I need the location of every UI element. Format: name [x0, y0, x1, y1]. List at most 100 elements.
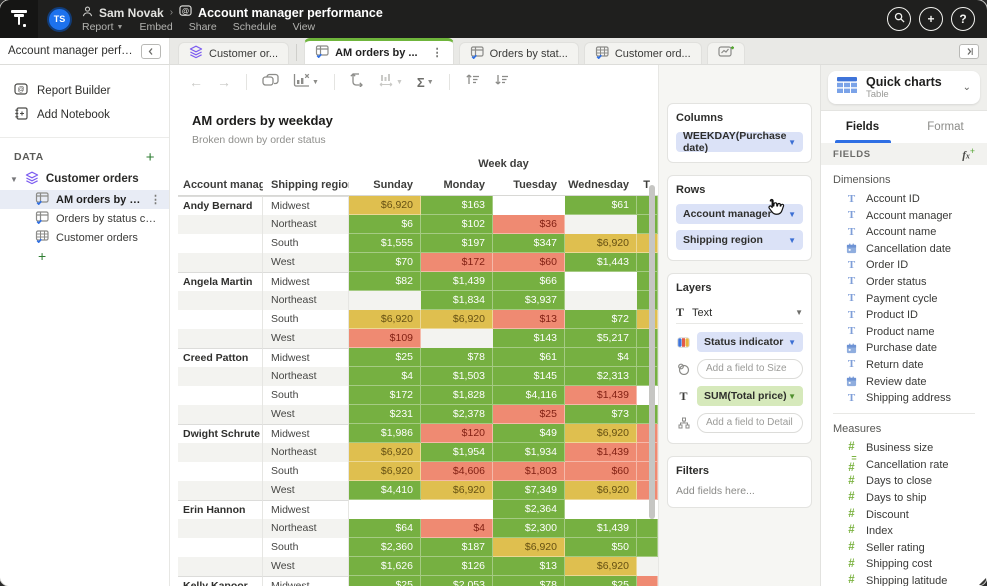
- pivot-value-cell[interactable]: $1,555: [349, 234, 421, 253]
- field-discount[interactable]: #Discount: [845, 509, 975, 521]
- pivot-value-cell[interactable]: $5,217: [565, 329, 637, 348]
- pivot-value-cell[interactable]: $50: [565, 538, 637, 557]
- rows-pill-shipping-region[interactable]: Shipping region ▼: [676, 230, 803, 250]
- pivot-value-cell[interactable]: $6,920: [565, 234, 637, 253]
- sidebar-sheet-customer-orders[interactable]: Customer orders: [0, 228, 169, 247]
- pivot-value-cell[interactable]: $49: [493, 424, 565, 443]
- expand-right-panel-icon[interactable]: [959, 44, 979, 59]
- redo-button[interactable]: →: [210, 75, 238, 89]
- pivot-value-cell[interactable]: $187: [421, 538, 493, 557]
- pivot-value-cell[interactable]: $145: [493, 367, 565, 386]
- pivot-value-cell[interactable]: $61: [493, 348, 565, 367]
- layer-type-select[interactable]: T Text ▼: [676, 302, 803, 324]
- pivot-value-cell[interactable]: [637, 576, 658, 586]
- layer-empty-slot[interactable]: Add a field to Detail: [697, 413, 803, 433]
- vertical-scrollbar[interactable]: [649, 185, 655, 519]
- quick-charts-selector[interactable]: Quick charts Table ⌄: [828, 71, 980, 104]
- pivot-value-cell[interactable]: $1,439: [565, 443, 637, 462]
- pivot-value-cell[interactable]: $1,439: [565, 519, 637, 538]
- columns-pill-weekday[interactable]: WEEKDAY(Purchase date) ▼: [676, 132, 803, 152]
- field-order-id[interactable]: TOrder ID: [845, 259, 975, 271]
- field-business-size[interactable]: #Business size: [845, 442, 975, 454]
- search-button[interactable]: [887, 7, 911, 31]
- pivot-value-cell[interactable]: $6: [349, 215, 421, 234]
- user-name[interactable]: Sam Novak: [99, 6, 164, 20]
- pivot-value-cell[interactable]: $6,920: [349, 443, 421, 462]
- tab-orders-by-stat-[interactable]: Orders by stat...: [459, 42, 579, 64]
- pivot-value-cell[interactable]: [637, 538, 658, 557]
- pivot-header-shipping-region[interactable]: Shipping region: [263, 172, 349, 196]
- field-index[interactable]: #Index: [845, 525, 975, 537]
- layer-pill-sum-total-price-[interactable]: SUM(Total price)▼: [697, 386, 803, 406]
- pivot-value-cell[interactable]: $120: [421, 424, 493, 443]
- pivot-value-cell[interactable]: [493, 196, 565, 215]
- pivot-value-cell[interactable]: $1,443: [565, 253, 637, 272]
- pivot-value-cell[interactable]: [565, 272, 637, 291]
- pivot-value-cell[interactable]: $1,954: [421, 443, 493, 462]
- filters-drop-zone[interactable]: Add fields here...: [676, 485, 803, 497]
- pivot-value-cell[interactable]: $25: [349, 348, 421, 367]
- field-days-to-close[interactable]: #Days to close: [845, 475, 975, 487]
- pivot-header-account-manager[interactable]: Account manager: [178, 172, 263, 196]
- pivot-value-cell[interactable]: $60: [565, 462, 637, 481]
- pivot-value-cell[interactable]: [349, 291, 421, 310]
- aggregate-button[interactable]: Σ ▼: [410, 75, 441, 90]
- tab-menu-icon[interactable]: ⋮: [432, 46, 443, 59]
- field-shipping-cost[interactable]: #Shipping cost: [845, 558, 975, 570]
- remove-chart-button[interactable]: ▼: [286, 73, 326, 92]
- field-return-date[interactable]: TReturn date: [845, 359, 975, 371]
- pivot-value-cell[interactable]: [421, 500, 493, 519]
- field-payment-cycle[interactable]: TPayment cycle: [845, 293, 975, 305]
- pivot-value-cell[interactable]: $172: [421, 253, 493, 272]
- undo-button[interactable]: ←: [182, 75, 210, 89]
- field-order-status[interactable]: TOrder status: [845, 276, 975, 288]
- pivot-value-cell[interactable]: $13: [493, 310, 565, 329]
- app-logo[interactable]: [0, 0, 38, 38]
- menu-item-view[interactable]: View: [293, 21, 316, 33]
- field-seller-rating[interactable]: #Seller rating: [845, 542, 975, 554]
- pivot-value-cell[interactable]: [565, 215, 637, 234]
- add-data-button[interactable]: +: [146, 150, 155, 165]
- bar-width-button[interactable]: ▼: [372, 73, 410, 92]
- field-shipping-address[interactable]: TShipping address: [845, 392, 975, 404]
- add-formula-button[interactable]: fx+: [962, 146, 975, 162]
- add-sheet-button[interactable]: +: [0, 247, 169, 263]
- field-product-name[interactable]: TProduct name: [845, 326, 975, 338]
- pivot-value-cell[interactable]: $109: [349, 329, 421, 348]
- sort-ascending-button[interactable]: [458, 73, 487, 91]
- pivot-value-cell[interactable]: [637, 519, 658, 538]
- pivot-value-cell[interactable]: $78: [493, 576, 565, 586]
- pivot-value-cell[interactable]: $4,410: [349, 481, 421, 500]
- sidebar-item-add-notebook[interactable]: Add Notebook: [0, 103, 169, 127]
- pivot-value-cell[interactable]: $126: [421, 557, 493, 576]
- layer-empty-slot[interactable]: Add a field to Size: [697, 359, 803, 379]
- user-avatar[interactable]: TS: [47, 7, 72, 32]
- pivot-value-cell[interactable]: $2,053: [421, 576, 493, 586]
- pivot-value-cell[interactable]: [421, 329, 493, 348]
- menu-item-report[interactable]: Report▼: [82, 21, 123, 33]
- pivot-value-cell[interactable]: $1,439: [421, 272, 493, 291]
- pivot-header-wednesday[interactable]: Wednesday: [565, 172, 637, 196]
- pivot-value-cell[interactable]: $82: [349, 272, 421, 291]
- dataset-tree-root[interactable]: ▼ Customer orders: [0, 168, 169, 190]
- pivot-header-sunday[interactable]: Sunday: [349, 172, 421, 196]
- pivot-value-cell[interactable]: $78: [421, 348, 493, 367]
- rows-pill-account-manager[interactable]: Account manager ▼: [676, 204, 803, 224]
- pivot-value-cell[interactable]: $7,349: [493, 481, 565, 500]
- pivot-value-cell[interactable]: $1,503: [421, 367, 493, 386]
- pivot-value-cell[interactable]: $6,920: [565, 481, 637, 500]
- pivot-value-cell[interactable]: $6,920: [349, 310, 421, 329]
- pivot-value-cell[interactable]: $25: [493, 405, 565, 424]
- transpose-button[interactable]: [343, 73, 372, 92]
- pivot-value-cell[interactable]: [637, 557, 658, 576]
- pivot-value-cell[interactable]: $6,920: [421, 310, 493, 329]
- pivot-value-cell[interactable]: $25: [349, 576, 421, 586]
- pivot-value-cell[interactable]: $64: [349, 519, 421, 538]
- pivot-value-cell[interactable]: $72: [565, 310, 637, 329]
- pivot-value-cell[interactable]: [349, 500, 421, 519]
- pivot-value-cell[interactable]: $4: [349, 367, 421, 386]
- pivot-value-cell[interactable]: $1,803: [493, 462, 565, 481]
- pivot-value-cell[interactable]: $1,834: [421, 291, 493, 310]
- pivot-value-cell[interactable]: $6,920: [349, 196, 421, 215]
- new-sheet-button[interactable]: [707, 42, 745, 64]
